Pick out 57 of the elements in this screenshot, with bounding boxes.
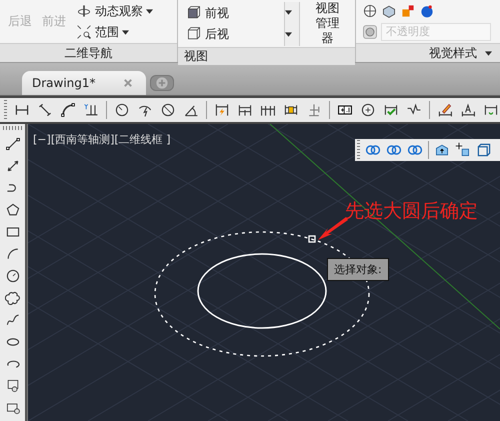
opacity-icon (362, 24, 378, 40)
pentagon-icon[interactable] (4, 202, 20, 218)
view-tool-button[interactable]: 动态观察 (74, 2, 155, 20)
radius-icon[interactable] (114, 102, 130, 118)
viewport-control[interactable]: [−] (33, 132, 51, 147)
cloud-icon[interactable] (4, 290, 20, 306)
line-icon[interactable] (4, 136, 20, 152)
aligned-dimension-icon[interactable] (37, 102, 53, 118)
dimension-break-icon[interactable] (306, 102, 322, 118)
orbit-icon (76, 3, 92, 19)
linear-dimension-icon[interactable] (14, 102, 30, 118)
dimension-space-icon[interactable] (283, 102, 299, 118)
viewport-control[interactable]: [二维线框 ] (114, 132, 170, 147)
command-tooltip: 选择对象: (327, 258, 389, 281)
panel-title: 视觉样式 (429, 44, 477, 62)
circle-icon[interactable] (4, 268, 20, 284)
arc-icon[interactable] (4, 246, 20, 262)
ordinate-dimension-icon[interactable] (83, 102, 99, 118)
sphere-wireframe-icon[interactable] (362, 2, 378, 18)
caret-icon (122, 30, 129, 34)
edit-dimension-icon[interactable] (437, 102, 453, 118)
wireframe-cube-icon (186, 26, 202, 42)
view-button[interactable]: 后视 (184, 26, 278, 42)
spline-icon[interactable] (4, 312, 20, 328)
annotation-text: 先选大圆后确定 (345, 199, 478, 224)
caret-icon (485, 50, 492, 56)
update-dimension-icon[interactable] (483, 102, 499, 118)
zoom-extents-icon (76, 24, 92, 40)
colored-cubes-icon[interactable] (400, 2, 416, 18)
center-mark-icon[interactable] (360, 102, 376, 118)
panel-title: 二维导航 (64, 44, 112, 62)
baseline-dimension-icon[interactable] (237, 102, 253, 118)
document-tab[interactable]: Drawing1* (22, 71, 146, 95)
viewport-control[interactable]: [西南等轴测] (50, 132, 114, 147)
inner-circle[interactable] (197, 253, 327, 329)
text-edit-icon[interactable] (460, 102, 476, 118)
scroll-down-button[interactable] (285, 2, 300, 24)
view-manager-button[interactable]: 视图 管理器 (306, 0, 349, 47)
plus-icon (154, 75, 170, 91)
view-button[interactable]: 前视 (184, 4, 278, 22)
caret-icon (146, 8, 153, 14)
expand-button[interactable] (285, 24, 300, 46)
sphere-icon[interactable] (419, 2, 435, 18)
extrude-icon[interactable] (434, 142, 450, 158)
diameter-icon[interactable] (160, 102, 176, 118)
annotation-arrow (318, 217, 348, 240)
view-tool-button[interactable]: 范围 (74, 24, 155, 40)
pick-box (308, 235, 316, 243)
caret-icon (285, 32, 292, 37)
quick-dimension-icon[interactable] (214, 102, 230, 118)
caret-icon (285, 10, 292, 15)
arc-length-icon[interactable] (60, 102, 76, 118)
inspect-icon[interactable] (383, 102, 399, 118)
cube-icon[interactable] (476, 142, 492, 158)
solid-cube-icon (186, 5, 202, 21)
panel-title: 视图 (184, 48, 208, 65)
move-cube-icon[interactable] (455, 142, 471, 158)
